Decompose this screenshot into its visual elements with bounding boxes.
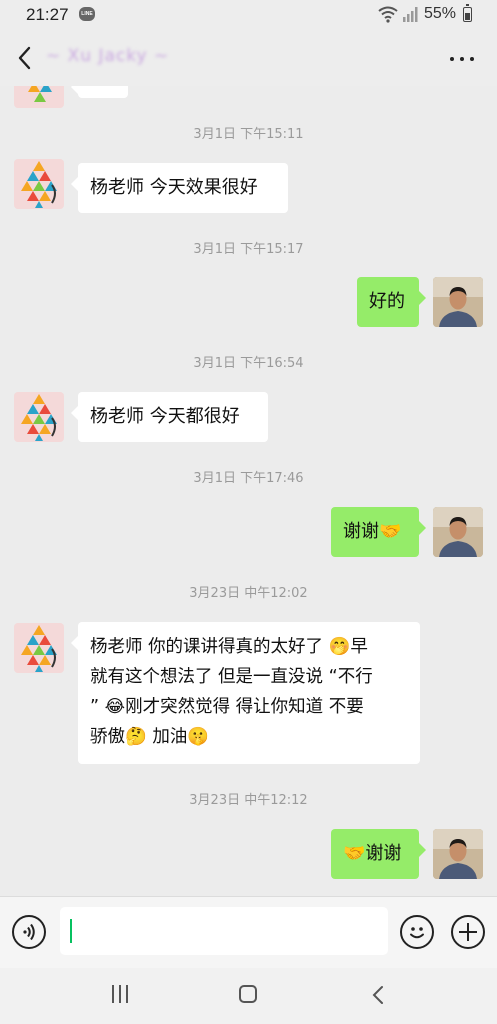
triangle-pattern-avatar <box>21 625 57 672</box>
message-list[interactable]: 3月1日 下午15:11 杨老师 今天效果很好 3月1日 下午15:17 好的 <box>0 86 497 896</box>
message-bubble-outgoing[interactable]: 好的 <box>357 277 426 327</box>
nav-back-button[interactable] <box>370 984 386 1006</box>
message-timestamp: 3月23日 中午12:12 <box>189 793 308 808</box>
bar <box>119 985 121 1003</box>
triangle-pattern-avatar <box>21 161 57 208</box>
emoji-icon <box>410 927 424 939</box>
status-time: 21:27 <box>26 5 69 24</box>
dot <box>460 57 464 61</box>
dot <box>450 57 454 61</box>
triangle-pattern-avatar <box>28 86 52 102</box>
message-bubble-incoming[interactable]: 杨老师 今天都很好 <box>71 392 268 442</box>
message-text: 🤝谢谢 <box>343 843 402 864</box>
message-bubble-incoming[interactable]: 杨老师 你的课讲得真的太好了 🤭早 就有这个想法了 但是一直没说 “不行 ” 😂… <box>71 622 420 764</box>
message-line: 杨老师 你的课讲得真的太好了 🤭早 <box>90 637 368 657</box>
battery-percent: 55% <box>424 5 457 22</box>
back-arrow-icon <box>372 986 383 1004</box>
contact-avatar[interactable] <box>14 159 64 209</box>
chat-header: ~ Xu Jacky ~ <box>0 30 497 86</box>
message-text: 杨老师 今天都很好 <box>90 406 240 427</box>
message-bubble-outgoing[interactable]: 谢谢🤝 <box>331 507 426 557</box>
system-nav-bar <box>0 968 497 1024</box>
voice-button[interactable] <box>12 915 46 949</box>
more-button[interactable] <box>448 44 476 72</box>
message-line: ” 😂刚才突然觉得 得让你知道 不要 <box>90 697 364 717</box>
user-avatar[interactable] <box>433 277 483 327</box>
chevron-left-icon <box>18 46 31 70</box>
message-line: 就有这个想法了 但是一直没说 “不行 <box>90 667 373 687</box>
message-bubble-incoming[interactable] <box>71 86 128 98</box>
voice-icon <box>23 923 35 941</box>
message-timestamp: 3月1日 下午15:11 <box>193 127 304 142</box>
message-timestamp: 3月1日 下午17:46 <box>193 471 304 486</box>
line-app-icon: LINE <box>79 7 95 21</box>
user-avatar[interactable] <box>433 507 483 557</box>
message-bubble-incoming[interactable]: 杨老师 今天效果很好 <box>71 163 288 213</box>
person-photo-avatar <box>433 277 483 327</box>
input-bar <box>0 896 497 969</box>
contact-name: ~ Xu Jacky ~ <box>46 46 170 66</box>
contact-avatar[interactable] <box>14 623 64 673</box>
bar <box>126 985 128 1003</box>
message-timestamp: 3月1日 下午15:17 <box>193 242 304 257</box>
person-photo-avatar <box>433 829 483 879</box>
message-timestamp: 3月23日 中午12:02 <box>189 586 308 601</box>
message-text: 好的 <box>369 291 405 312</box>
dot <box>470 57 474 61</box>
triangle-pattern-avatar <box>21 394 57 441</box>
message-bubble-outgoing[interactable]: 🤝谢谢 <box>331 829 426 879</box>
message-text: 杨老师 今天效果很好 <box>90 177 258 198</box>
battery-icon <box>463 4 472 22</box>
home-button[interactable] <box>239 985 257 1003</box>
plus-button[interactable] <box>451 915 485 949</box>
person-photo-avatar <box>433 507 483 557</box>
message-text: 谢谢🤝 <box>343 521 402 542</box>
signal-icon <box>403 7 418 22</box>
user-avatar[interactable] <box>433 829 483 879</box>
message-timestamp: 3月1日 下午16:54 <box>193 356 304 371</box>
recent-apps-button[interactable] <box>110 985 130 1003</box>
bar <box>112 985 114 1003</box>
back-button[interactable] <box>14 44 38 72</box>
text-caret <box>70 919 72 943</box>
message-line: 骄傲🤔 加油🤫 <box>90 727 210 747</box>
status-bar: 21:27 LINE 55% <box>0 0 497 30</box>
message-input[interactable] <box>60 907 388 955</box>
wifi-icon <box>378 6 398 23</box>
contact-avatar[interactable] <box>14 86 64 108</box>
emoji-button[interactable] <box>400 915 434 949</box>
contact-avatar[interactable] <box>14 392 64 442</box>
